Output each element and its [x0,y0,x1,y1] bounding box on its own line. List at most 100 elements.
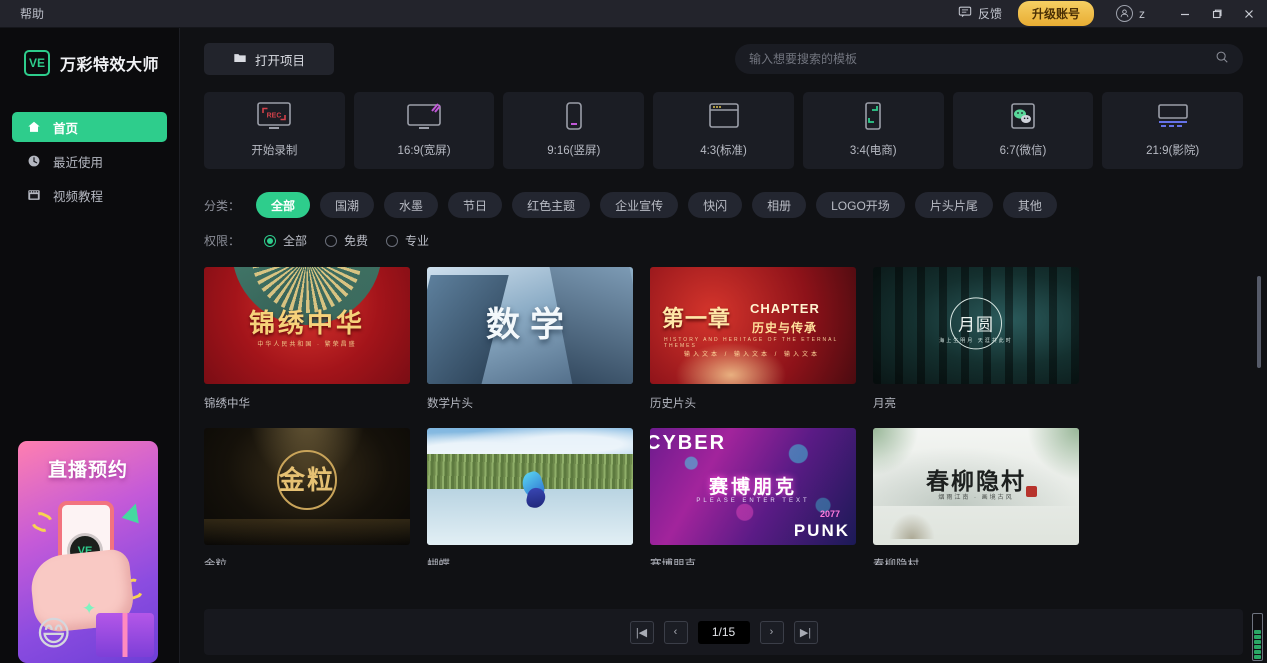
template-thumbnail[interactable]: 数学 [427,267,633,384]
radio-icon [264,234,276,247]
level-bar [1254,640,1261,644]
preset-card-16-9[interactable]: 16:9(宽屏) [353,92,495,169]
category-chip-kuaishan[interactable]: 快闪 [688,192,743,218]
template-search[interactable] [735,44,1243,74]
thumbnail-cyber-label: CYBER [650,432,727,454]
template-thumbnail[interactable]: 春柳隐村 烟雨江南 · 画境古风 [873,428,1079,545]
radio-icon [386,234,399,247]
template-thumbnail[interactable]: 月圆 海上生明月 天涯共此时 [873,267,1079,384]
promo-banner[interactable]: 直播预约 VE ✦ 😄 [18,441,158,663]
sidebar-item-recent[interactable]: 最近使用 [12,146,167,176]
prev-page-button[interactable]: ‹ [663,620,688,644]
search-icon[interactable] [1215,50,1229,69]
category-chip-shuimo[interactable]: 水墨 [384,192,439,218]
template-thumbnail[interactable]: 第一章 CHAPTER 历史与传承 HISTORY AND HERITAGE O… [650,267,856,384]
preset-card-9-16[interactable]: 9:16(竖屏) [503,92,645,169]
level-bar [1254,630,1261,634]
minimize-button[interactable] [1169,0,1201,28]
smiley-emoji-icon: 😄 [36,615,72,653]
preset-card-record[interactable]: REC 开始录制 [204,92,345,169]
first-page-button[interactable]: |◀ [629,620,654,644]
window-standard-icon [702,103,746,133]
template-name: 金粒 [204,559,227,565]
template-card-lishipiantou[interactable]: 第一章 CHAPTER 历史与传承 HISTORY AND HERITAGE O… [650,267,856,411]
close-button[interactable] [1233,0,1265,28]
category-chip-logo-intro[interactable]: LOGO开场 [816,192,905,218]
app-body: VE 万彩特效大师 首页 最近使用 视频教程 直播预约 VE ✦ 😄 打开项目 … [0,28,1267,663]
template-card-chunliuyincun[interactable]: 春柳隐村 烟雨江南 · 画境古风 春柳隐村 [873,428,1079,565]
ecommerce-frame-icon [851,102,895,133]
thumbnail-placeholder-text: 输入文本 / 输入文本 / 输入文本 [684,352,821,358]
page-indicator: 1/15 [697,620,750,644]
template-card-jinli[interactable]: 金粒 金粒 [204,428,410,565]
template-card-cyberpunk[interactable]: CYBER 赛博朋克 PLEASE ENTER TEXT 2077 PUNK 赛… [650,428,856,565]
menu-item-help[interactable]: 帮助 [14,2,50,25]
last-page-button[interactable]: ▶| [793,620,818,644]
category-chip-guochao[interactable]: 国潮 [320,192,375,218]
category-chip-all[interactable]: 全部 [256,192,311,218]
thumbnail-title: 第一章 [662,306,732,331]
permission-radio-free[interactable]: 免费 [325,232,368,249]
sparkle-icon: ✦ [82,599,97,618]
permission-radio-free-label: 免费 [344,234,369,248]
preset-card-4-3[interactable]: 4:3(标准) [653,92,794,169]
corner-level-indicator [1252,613,1263,661]
category-chip-intro-outro[interactable]: 片头片尾 [914,192,993,218]
search-input[interactable] [749,52,1207,66]
reflection-decoration [204,519,410,545]
user-menu[interactable]: z [1106,1,1155,26]
permission-radio-pro[interactable]: 专业 [386,232,429,249]
preset-card-3-4[interactable]: 3:4(电商) [802,92,944,169]
category-chip-corporate[interactable]: 企业宣传 [600,192,679,218]
preset-card-21-9[interactable]: 21:9(影院) [1102,92,1244,169]
person-icon [1116,5,1133,22]
preset-label: 16:9(宽屏) [397,145,451,157]
brand: VE 万彩特效大师 [0,28,179,76]
main-scrollbar-thumb[interactable] [1257,276,1261,368]
thumbnail-subtitle: 历史与传承 [752,321,818,335]
next-page-button[interactable]: › [759,620,784,644]
cinema-screen-icon [1151,103,1195,133]
maximize-button[interactable] [1201,0,1233,28]
template-card-yueliang[interactable]: 月圆 海上生明月 天涯共此时 月亮 [873,267,1079,411]
record-monitor-icon: REC [252,102,296,133]
category-chip-red-theme[interactable]: 红色主题 [512,192,591,218]
level-bar [1254,655,1261,659]
permission-radio-all-label: 全部 [283,234,308,248]
category-chip-other[interactable]: 其他 [1002,192,1057,218]
permission-radio-all[interactable]: 全部 [264,232,307,249]
video-tutorial-icon [26,188,41,203]
upgrade-account-button[interactable]: 升级账号 [1017,1,1094,26]
preset-label: 9:16(竖屏) [547,145,601,157]
category-chip-album[interactable]: 相册 [752,192,807,218]
spark-icon [121,500,145,524]
category-chip-jieri[interactable]: 节日 [448,192,503,218]
preset-label: 21:9(影院) [1146,145,1200,157]
permission-filter-label: 权限： [204,234,241,248]
folder-icon [233,51,247,68]
template-thumbnail[interactable]: 金粒 [204,428,410,545]
preset-card-6-7[interactable]: 6:7(微信) [952,92,1094,169]
preset-label: 3:4(电商) [849,145,897,157]
level-bar [1254,645,1261,649]
template-name: 春柳隐村 [873,559,919,565]
feedback-button[interactable]: 反馈 [948,1,1012,26]
template-card-hudie[interactable]: 蝴蝶 [427,428,633,565]
sidebar-item-tutorial[interactable]: 视频教程 [12,180,167,210]
template-card-jinxiuzhonghua[interactable]: 锦绣中华 中华人民共和国 · 繁荣昌盛 锦绣中华 [204,267,410,411]
template-card-shuxuepiantou[interactable]: 数学 数学片头 [427,267,633,411]
thumbnail-title: 赛博朋克 [708,477,797,498]
app-name: 万彩特效大师 [60,57,160,74]
thumbnail-chapter-label: CHAPTER [750,301,820,316]
thumbnail-title: 月圆 [958,314,994,334]
sidebar-item-home[interactable]: 首页 [12,112,167,142]
template-name: 月亮 [873,398,896,410]
level-bar [1254,635,1261,639]
template-thumbnail[interactable]: CYBER 赛博朋克 PLEASE ENTER TEXT 2077 PUNK [650,428,856,545]
open-project-button[interactable]: 打开项目 [204,43,334,75]
template-thumbnail[interactable] [427,428,633,545]
template-name: 锦绣中华 [204,398,250,410]
sidebar: VE 万彩特效大师 首页 最近使用 视频教程 直播预约 VE ✦ 😄 [0,28,180,663]
template-thumbnail[interactable]: 锦绣中华 中华人民共和国 · 繁荣昌盛 [204,267,410,384]
filter-section: 分类： 全部 国潮 水墨 节日 红色主题 企业宣传 快闪 相册 LOGO开场 片… [204,192,1243,249]
